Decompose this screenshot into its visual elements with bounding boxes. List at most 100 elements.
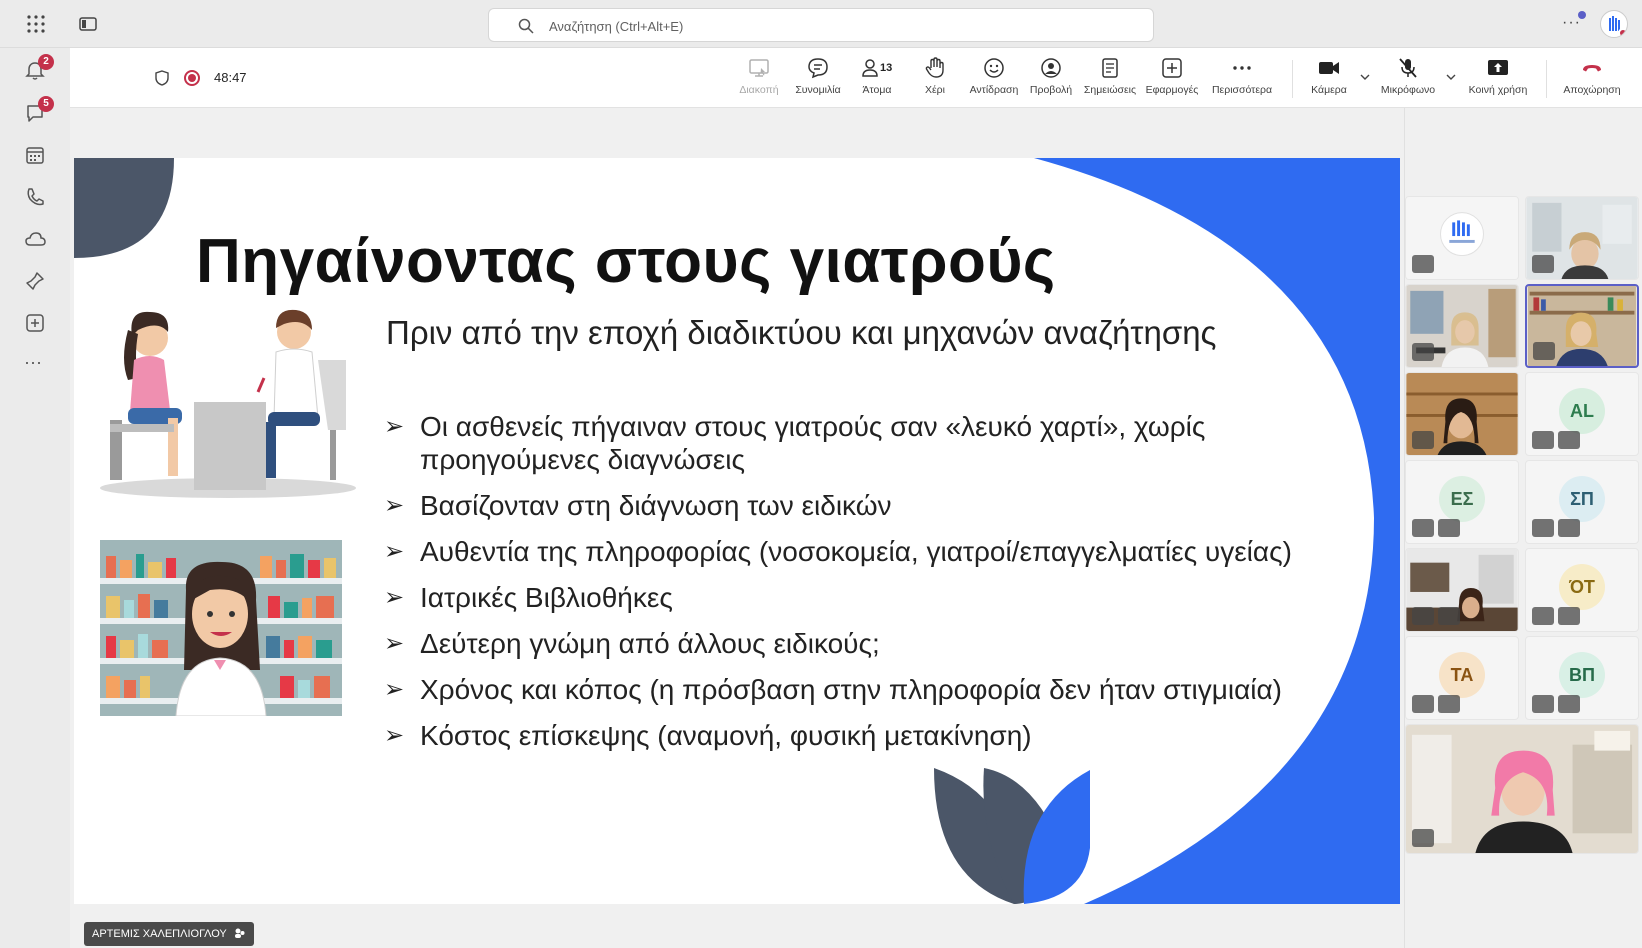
- stop-presenting-icon: [749, 59, 769, 77]
- presenting-icon: [1412, 519, 1434, 537]
- view-icon: [1041, 58, 1061, 78]
- people-button[interactable]: 13 Άτομα: [852, 56, 902, 104]
- presenting-icon: [1412, 607, 1434, 625]
- leave-button[interactable]: Αποχώρηση: [1556, 56, 1628, 104]
- presenting-icon: [1532, 431, 1554, 449]
- activity-badge: 2: [38, 54, 54, 70]
- mic-off-icon: [1438, 695, 1460, 713]
- rail-activity[interactable]: 2: [24, 54, 54, 82]
- slide-bullet: Δεύτερη γνώμη από άλλους ειδικούς;: [384, 627, 1374, 660]
- presenter-name: ΑΡΤΕΜΙΣ ΧΑΛΕΠΛΙΟΓΛΟΥ: [92, 928, 227, 940]
- mic-off-icon: [1412, 343, 1434, 361]
- presenting-icon: [234, 928, 245, 938]
- mic-off-icon: [1438, 519, 1460, 537]
- notification-dot: [1578, 11, 1586, 19]
- doctor-patient-illustration: [100, 309, 356, 498]
- camera-button[interactable]: Κάμερα: [1304, 56, 1354, 104]
- participant-tile[interactable]: [1405, 284, 1519, 368]
- mic-off-icon: [1532, 255, 1554, 273]
- rail-extensions[interactable]: [24, 270, 46, 292]
- slide-bullet-list: Οι ασθενείς πήγαιναν στους γιατρούς σαν …: [384, 410, 1374, 765]
- participant-tile-large[interactable]: [1405, 724, 1639, 854]
- participant-tile[interactable]: [1405, 196, 1519, 280]
- toolbar-separator: [1546, 60, 1547, 98]
- smiley-icon: [984, 58, 1004, 78]
- rail-more-icon[interactable]: ···: [24, 352, 46, 374]
- mic-button[interactable]: Μικρόφωνο: [1372, 56, 1444, 104]
- rail-calls[interactable]: [24, 186, 46, 208]
- participant-tile[interactable]: ΣΠ: [1525, 460, 1639, 544]
- presence-busy-icon: [1618, 28, 1627, 37]
- participant-tile-speaking[interactable]: [1525, 284, 1639, 368]
- more-button[interactable]: Περισσότερα: [1208, 56, 1276, 104]
- cloud-icon: [25, 232, 46, 246]
- slide-bullet: Κόστος επίσκεψης (αναμονή, φυσική μετακί…: [384, 719, 1374, 752]
- mic-off-icon: [1558, 607, 1580, 625]
- participant-tile[interactable]: AL: [1525, 372, 1639, 456]
- react-button[interactable]: Αντίδραση: [964, 56, 1024, 104]
- camera-options-chevron-icon[interactable]: [1360, 72, 1370, 82]
- participant-tile[interactable]: ΒΠ: [1525, 636, 1639, 720]
- share-button[interactable]: Κοινή χρήση: [1462, 56, 1534, 104]
- meeting-timer: 48:47: [214, 70, 247, 85]
- rail-onedrive[interactable]: [24, 228, 46, 250]
- apps-button[interactable]: Εφαρμογές: [1142, 56, 1202, 104]
- raise-hand-button[interactable]: Χέρι: [910, 56, 960, 104]
- mic-off-icon: [1558, 431, 1580, 449]
- participant-tile[interactable]: ΕΣ: [1405, 460, 1519, 544]
- toolbar-separator: [1292, 60, 1293, 98]
- add-app-icon: [26, 314, 44, 332]
- chat-button[interactable]: Συνομιλία: [788, 56, 848, 104]
- participant-initials: ΣΠ: [1559, 476, 1605, 522]
- rail-add-apps[interactable]: [24, 312, 46, 334]
- hand-icon: [925, 57, 944, 78]
- chat-bubble-icon: [808, 58, 828, 79]
- pharmacist-illustration: [100, 540, 342, 716]
- slide-bullet: Χρόνος και κόπος (η πρόσβαση στην πληροφ…: [384, 673, 1374, 706]
- app-launcher-icon[interactable]: [26, 14, 46, 34]
- recording-icon: [184, 70, 200, 86]
- rail-chat[interactable]: 5: [24, 96, 54, 124]
- slide-bullet: Βασίζονταν στη διάγνωση των ειδικών: [384, 489, 1374, 522]
- presenting-icon: [1532, 607, 1554, 625]
- shield-icon[interactable]: [154, 70, 170, 86]
- participant-tile[interactable]: [1525, 196, 1639, 280]
- search-box[interactable]: [488, 8, 1154, 42]
- participant-initials: ΕΣ: [1439, 476, 1485, 522]
- hang-up-icon: [1583, 65, 1601, 72]
- participant-tile[interactable]: [1405, 372, 1519, 456]
- search-input[interactable]: [549, 15, 1109, 37]
- slide-bullet: Αυθεντία της πληροφορίας (νοσοκομεία, γι…: [384, 535, 1374, 568]
- mic-off-icon: [1412, 431, 1434, 449]
- title-bar: ···: [0, 0, 1642, 48]
- rail-calendar[interactable]: [24, 144, 46, 166]
- presenting-icon: [1532, 519, 1554, 537]
- participant-tile[interactable]: ΌΤ: [1525, 548, 1639, 632]
- chat-badge: 5: [38, 96, 54, 112]
- participant-tile[interactable]: [1405, 548, 1519, 632]
- notes-button[interactable]: Σημειώσεις: [1080, 56, 1140, 104]
- presentation-slide: Πηγαίνοντας στους γιατρούς Πριν από την …: [74, 158, 1400, 904]
- stop-presenting-button[interactable]: Διακοπή: [734, 56, 784, 104]
- mic-off-icon: [1412, 829, 1434, 847]
- add-app-icon: [1162, 58, 1182, 78]
- participant-tile[interactable]: ΤΑ: [1405, 636, 1519, 720]
- presenter-name-tag: ΑΡΤΕΜΙΣ ΧΑΛΕΠΛΙΟΓΛΟΥ: [84, 922, 254, 946]
- sidebar-toggle-icon[interactable]: [78, 14, 98, 34]
- view-button[interactable]: Προβολή: [1026, 56, 1076, 104]
- phone-icon: [27, 188, 44, 206]
- slide-subtitle: Πριν από την εποχή διαδικτύου και μηχανώ…: [386, 314, 1217, 351]
- mic-off-icon: [1412, 255, 1434, 273]
- slide-bullet: Οι ασθενείς πήγαιναν στους γιατρούς σαν …: [384, 410, 1374, 476]
- shared-content-stage: Πηγαίνοντας στους γιατρούς Πριν από την …: [70, 108, 1400, 948]
- user-avatar[interactable]: [1600, 10, 1628, 38]
- mic-options-chevron-icon[interactable]: [1446, 72, 1456, 82]
- share-screen-icon: [1488, 60, 1508, 75]
- meeting-toolbar: 48:47 Διακοπή Συνομιλία 13 Άτομα Χέρι Αν…: [70, 48, 1642, 108]
- mic-off-icon: [1558, 695, 1580, 713]
- participant-initials: ΌΤ: [1559, 564, 1605, 610]
- participant-initials: ΒΠ: [1559, 652, 1605, 698]
- app-rail: 2 5 ···: [0, 48, 70, 948]
- ellipsis-icon: [1233, 66, 1251, 70]
- slide-bullet: Ιατρικές Βιβλιοθήκες: [384, 581, 1374, 614]
